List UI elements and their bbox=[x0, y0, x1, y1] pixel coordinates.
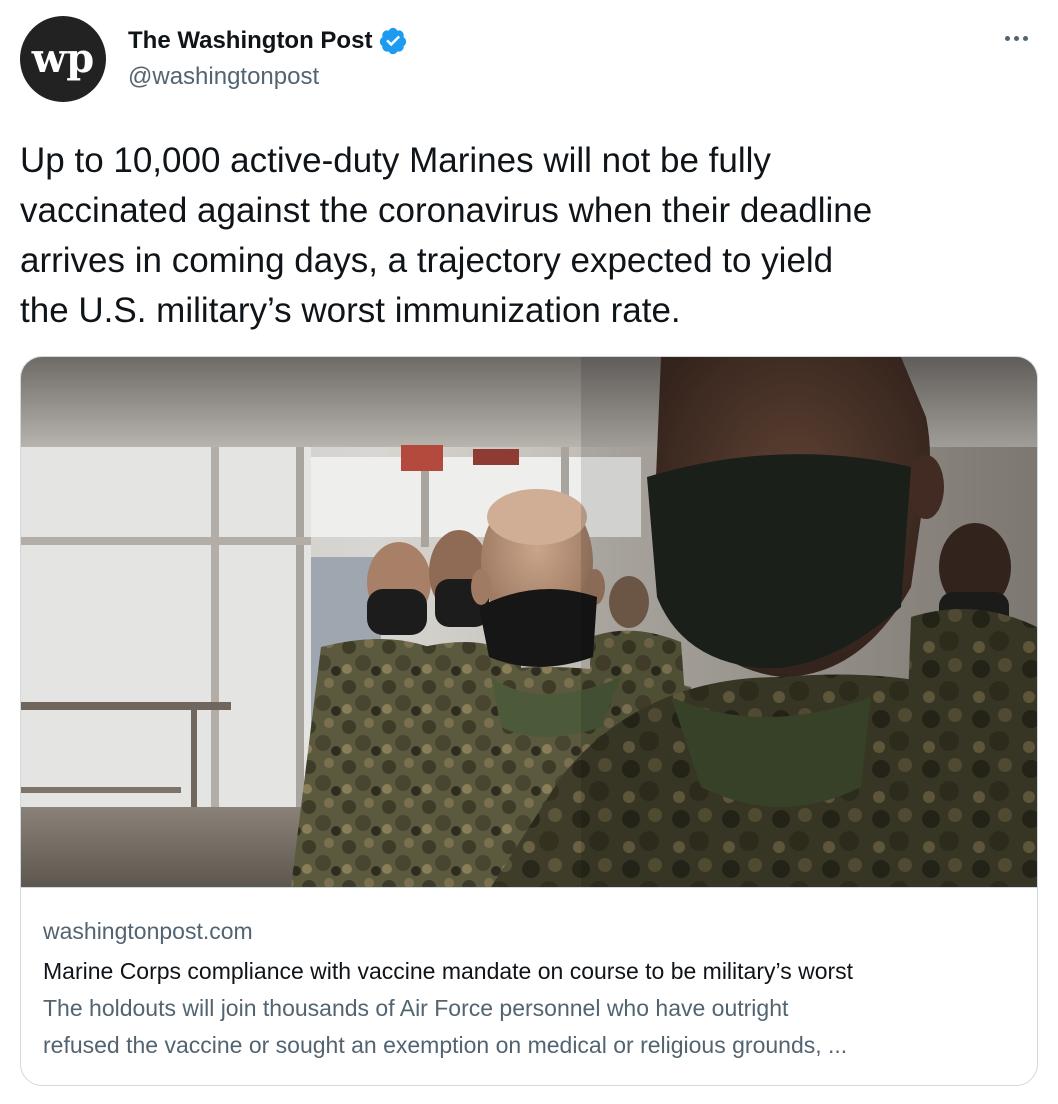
avatar-logo-graphic: wp bbox=[31, 35, 94, 82]
verified-badge-icon bbox=[378, 26, 408, 56]
more-horizontal-icon bbox=[1004, 35, 1010, 41]
author-handle[interactable]: @washingtonpost bbox=[128, 63, 319, 91]
author-name-row: The Washington Post bbox=[128, 26, 408, 56]
more-options-button[interactable] bbox=[996, 26, 1036, 50]
card-domain: washingtonpost.com bbox=[43, 918, 253, 944]
card-meta: washingtonpost.com Marine Corps complian… bbox=[43, 914, 1018, 1064]
more-horizontal-icon bbox=[1022, 35, 1028, 41]
tweet: wp The Washington Post @washingtonpost U… bbox=[0, 0, 1058, 1104]
author-display-name[interactable]: The Washington Post bbox=[128, 27, 372, 55]
tweet-text: Up to 10,000 active-duty Marines will no… bbox=[20, 141, 873, 330]
card-description: The holdouts will join thousands of Air … bbox=[43, 995, 848, 1058]
wp-logo-icon[interactable]: wp bbox=[20, 16, 106, 102]
card-image[interactable] bbox=[21, 357, 1037, 888]
card-title[interactable]: Marine Corps compliance with vaccine man… bbox=[43, 954, 1018, 988]
link-preview-card[interactable]: washingtonpost.com Marine Corps complian… bbox=[20, 356, 1038, 1086]
avatar-logo-text: wp bbox=[31, 35, 94, 82]
more-horizontal-icon bbox=[1013, 35, 1019, 41]
